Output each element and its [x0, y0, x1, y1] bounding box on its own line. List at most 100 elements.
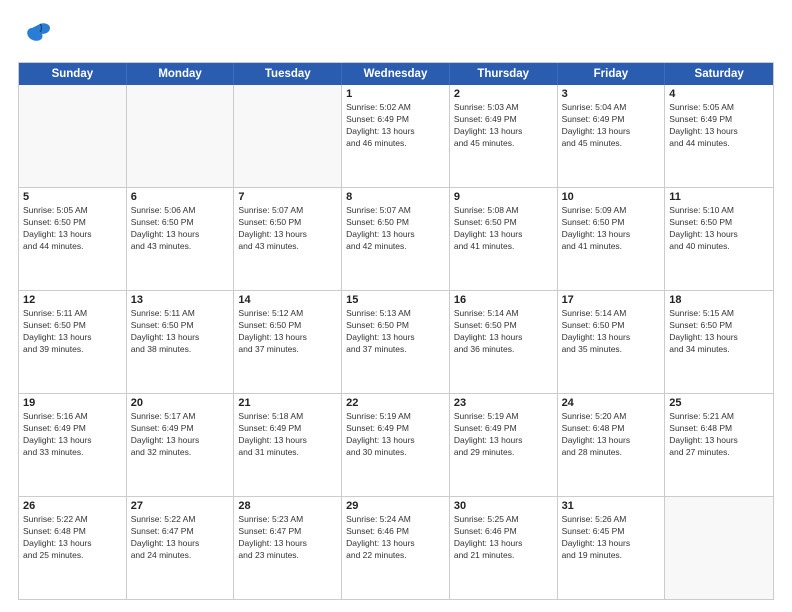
calendar-body: 1Sunrise: 5:02 AM Sunset: 6:49 PM Daylig…: [19, 85, 773, 599]
day-number: 18: [669, 294, 769, 306]
day-number: 19: [23, 397, 122, 409]
day-cell-empty: [234, 85, 342, 187]
day-cell-2: 2Sunrise: 5:03 AM Sunset: 6:49 PM Daylig…: [450, 85, 558, 187]
logo: [18, 18, 54, 54]
day-info: Sunrise: 5:26 AM Sunset: 6:45 PM Dayligh…: [562, 514, 661, 562]
day-info: Sunrise: 5:07 AM Sunset: 6:50 PM Dayligh…: [346, 205, 445, 253]
day-cell-15: 15 Sunrise: 5:13 AM Sunset: 6:50 PM Dayli…: [342, 291, 450, 393]
day-info: Sunrise: 5:15 AM Sunset: 6:50 PM Dayligh…: [669, 308, 769, 356]
day-info: Sunrise: 5:04 AM Sunset: 6:49 PM Dayligh…: [562, 102, 661, 150]
day-cell-7: 7Sunrise: 5:07 AM Sunset: 6:50 PM Daylig…: [234, 188, 342, 290]
day-number: 15: [346, 294, 445, 306]
day-cell-25: 25Sunrise: 5:21 AM Sunset: 6:48 PM Dayli…: [665, 394, 773, 496]
day-info: Sunrise: 5:18 AM Sunset: 6:49 PM Dayligh…: [238, 411, 337, 459]
day-number: 2: [454, 88, 553, 100]
day-number: 28: [238, 500, 337, 512]
day-number: 23: [454, 397, 553, 409]
day-cell-30: 30 Sunrise: 5:25 AM Sunset: 6:46 PM Dayli…: [450, 497, 558, 599]
day-cell-31: 31Sunrise: 5:26 AM Sunset: 6:45 PM Dayli…: [558, 497, 666, 599]
day-number: 17: [562, 294, 661, 306]
day-cell-13: 13 Sunrise: 5:11 AM Sunset: 6:50 PM Dayli…: [127, 291, 235, 393]
header-day-friday: Friday: [558, 63, 666, 85]
day-cell-empty: [127, 85, 235, 187]
day-number: 26: [23, 500, 122, 512]
week-row-2: 5 Sunrise: 5:05 AM Sunset: 6:50 PM Daylig…: [19, 188, 773, 291]
header-day-monday: Monday: [127, 63, 235, 85]
day-info: Sunrise: 5:12 AM Sunset: 6:50 PM Dayligh…: [238, 308, 337, 356]
day-info: Sunrise: 5:05 AM Sunset: 6:50 PM Dayligh…: [23, 205, 122, 253]
day-number: 27: [131, 500, 230, 512]
header-day-saturday: Saturday: [665, 63, 773, 85]
day-info: Sunrise: 5:07 AM Sunset: 6:50 PM Dayligh…: [238, 205, 337, 253]
day-cell-16: 16 Sunrise: 5:14 AM Sunset: 6:50 PM Dayli…: [450, 291, 558, 393]
day-info: Sunrise: 5:06 AM Sunset: 6:50 PM Dayligh…: [131, 205, 230, 253]
day-cell-5: 5 Sunrise: 5:05 AM Sunset: 6:50 PM Daylig…: [19, 188, 127, 290]
week-row-3: 12 Sunrise: 5:11 AM Sunset: 6:50 PM Dayli…: [19, 291, 773, 394]
day-number: 21: [238, 397, 337, 409]
day-cell-20: 20Sunrise: 5:17 AM Sunset: 6:49 PM Dayli…: [127, 394, 235, 496]
header-day-thursday: Thursday: [450, 63, 558, 85]
day-cell-21: 21 Sunrise: 5:18 AM Sunset: 6:49 PM Dayli…: [234, 394, 342, 496]
day-cell-14: 14 Sunrise: 5:12 AM Sunset: 6:50 PM Dayli…: [234, 291, 342, 393]
day-number: 4: [669, 88, 769, 100]
day-cell-17: 17 Sunrise: 5:14 AM Sunset: 6:50 PM Dayli…: [558, 291, 666, 393]
week-row-1: 1Sunrise: 5:02 AM Sunset: 6:49 PM Daylig…: [19, 85, 773, 188]
day-number: 9: [454, 191, 553, 203]
day-number: 3: [562, 88, 661, 100]
calendar-header: SundayMondayTuesdayWednesdayThursdayFrid…: [19, 63, 773, 85]
week-row-5: 26 Sunrise: 5:22 AM Sunset: 6:48 PM Dayli…: [19, 497, 773, 599]
day-info: Sunrise: 5:16 AM Sunset: 6:49 PM Dayligh…: [23, 411, 122, 459]
day-info: Sunrise: 5:11 AM Sunset: 6:50 PM Dayligh…: [23, 308, 122, 356]
day-cell-19: 19 Sunrise: 5:16 AM Sunset: 6:49 PM Dayli…: [19, 394, 127, 496]
day-info: Sunrise: 5:25 AM Sunset: 6:46 PM Dayligh…: [454, 514, 553, 562]
day-info: Sunrise: 5:11 AM Sunset: 6:50 PM Dayligh…: [131, 308, 230, 356]
day-cell-24: 24 Sunrise: 5:20 AM Sunset: 6:48 PM Dayli…: [558, 394, 666, 496]
day-cell-empty: [19, 85, 127, 187]
day-number: 22: [346, 397, 445, 409]
day-number: 14: [238, 294, 337, 306]
day-number: 20: [131, 397, 230, 409]
calendar: SundayMondayTuesdayWednesdayThursdayFrid…: [18, 62, 774, 600]
header: [18, 18, 774, 54]
day-info: Sunrise: 5:02 AM Sunset: 6:49 PM Dayligh…: [346, 102, 445, 150]
day-cell-6: 6 Sunrise: 5:06 AM Sunset: 6:50 PM Daylig…: [127, 188, 235, 290]
day-info: Sunrise: 5:23 AM Sunset: 6:47 PM Dayligh…: [238, 514, 337, 562]
day-number: 5: [23, 191, 122, 203]
day-number: 30: [454, 500, 553, 512]
day-info: Sunrise: 5:14 AM Sunset: 6:50 PM Dayligh…: [562, 308, 661, 356]
week-row-4: 19 Sunrise: 5:16 AM Sunset: 6:49 PM Dayli…: [19, 394, 773, 497]
day-number: 11: [669, 191, 769, 203]
page: SundayMondayTuesdayWednesdayThursdayFrid…: [0, 0, 792, 612]
day-cell-10: 10 Sunrise: 5:09 AM Sunset: 6:50 PM Dayli…: [558, 188, 666, 290]
day-info: Sunrise: 5:14 AM Sunset: 6:50 PM Dayligh…: [454, 308, 553, 356]
day-info: Sunrise: 5:19 AM Sunset: 6:49 PM Dayligh…: [346, 411, 445, 459]
day-info: Sunrise: 5:08 AM Sunset: 6:50 PM Dayligh…: [454, 205, 553, 253]
day-number: 10: [562, 191, 661, 203]
day-info: Sunrise: 5:24 AM Sunset: 6:46 PM Dayligh…: [346, 514, 445, 562]
day-number: 6: [131, 191, 230, 203]
day-number: 13: [131, 294, 230, 306]
day-info: Sunrise: 5:09 AM Sunset: 6:50 PM Dayligh…: [562, 205, 661, 253]
day-number: 16: [454, 294, 553, 306]
day-info: Sunrise: 5:21 AM Sunset: 6:48 PM Dayligh…: [669, 411, 769, 459]
day-cell-29: 29Sunrise: 5:24 AM Sunset: 6:46 PM Dayli…: [342, 497, 450, 599]
day-cell-27: 27 Sunrise: 5:22 AM Sunset: 6:47 PM Dayli…: [127, 497, 235, 599]
day-info: Sunrise: 5:22 AM Sunset: 6:47 PM Dayligh…: [131, 514, 230, 562]
day-info: Sunrise: 5:22 AM Sunset: 6:48 PM Dayligh…: [23, 514, 122, 562]
day-cell-1: 1Sunrise: 5:02 AM Sunset: 6:49 PM Daylig…: [342, 85, 450, 187]
day-info: Sunrise: 5:13 AM Sunset: 6:50 PM Dayligh…: [346, 308, 445, 356]
day-number: 24: [562, 397, 661, 409]
day-info: Sunrise: 5:10 AM Sunset: 6:50 PM Dayligh…: [669, 205, 769, 253]
day-cell-18: 18 Sunrise: 5:15 AM Sunset: 6:50 PM Dayli…: [665, 291, 773, 393]
day-cell-12: 12 Sunrise: 5:11 AM Sunset: 6:50 PM Dayli…: [19, 291, 127, 393]
header-day-wednesday: Wednesday: [342, 63, 450, 85]
header-day-tuesday: Tuesday: [234, 63, 342, 85]
day-info: Sunrise: 5:05 AM Sunset: 6:49 PM Dayligh…: [669, 102, 769, 150]
day-info: Sunrise: 5:20 AM Sunset: 6:48 PM Dayligh…: [562, 411, 661, 459]
day-cell-28: 28 Sunrise: 5:23 AM Sunset: 6:47 PM Dayli…: [234, 497, 342, 599]
day-info: Sunrise: 5:19 AM Sunset: 6:49 PM Dayligh…: [454, 411, 553, 459]
day-cell-4: 4 Sunrise: 5:05 AM Sunset: 6:49 PM Daylig…: [665, 85, 773, 187]
day-cell-empty: [665, 497, 773, 599]
day-cell-8: 8Sunrise: 5:07 AM Sunset: 6:50 PM Daylig…: [342, 188, 450, 290]
day-number: 12: [23, 294, 122, 306]
